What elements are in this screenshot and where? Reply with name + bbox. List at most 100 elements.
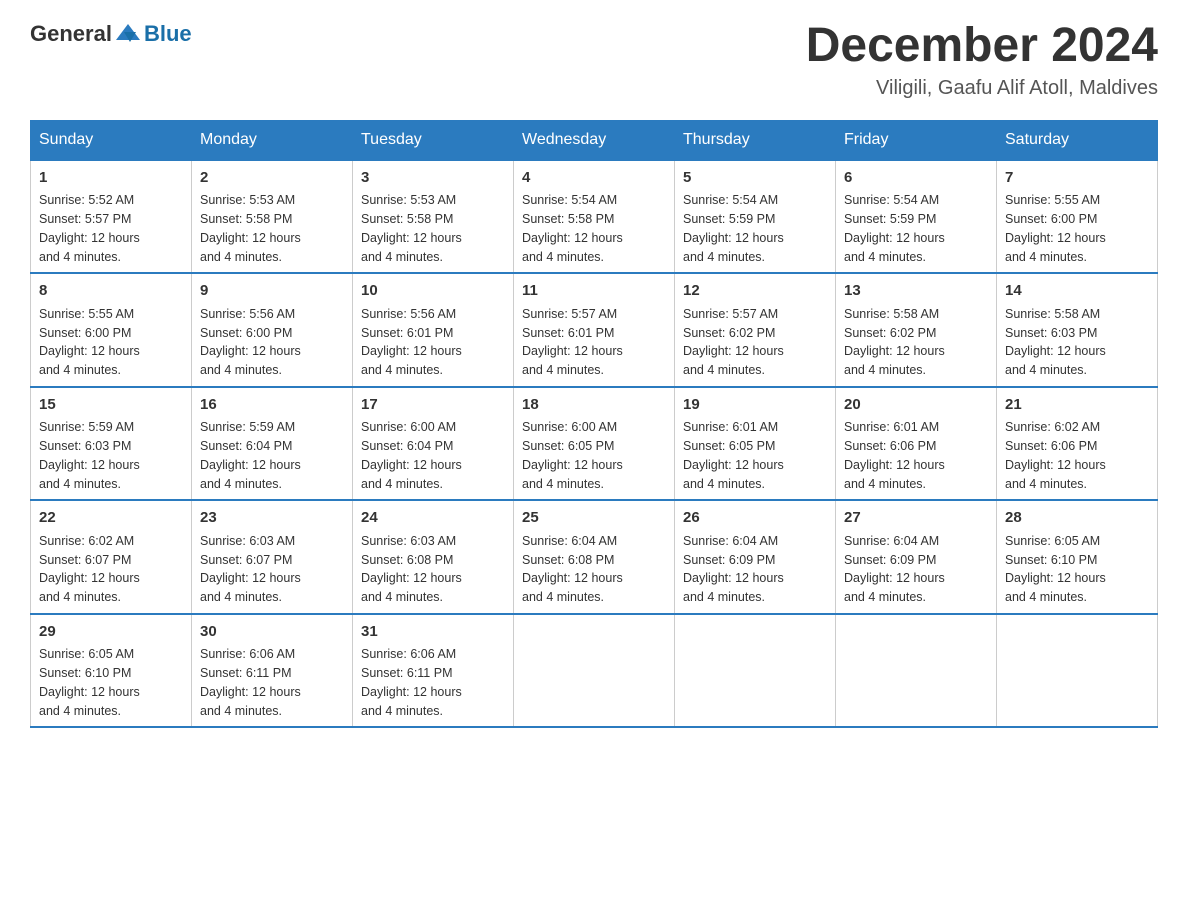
logo-text-general: General [30,21,112,47]
day-number: 10 [361,280,505,303]
day-info: Sunrise: 5:58 AM Sunset: 6:02 PM Dayligh… [844,305,988,380]
day-number: 5 [683,167,827,190]
logo-text-blue: Blue [144,21,192,47]
calendar-cell: 26 Sunrise: 6:04 AM Sunset: 6:09 PM Dayl… [675,500,836,614]
calendar-cell [514,614,675,728]
day-info: Sunrise: 5:56 AM Sunset: 6:00 PM Dayligh… [200,305,344,380]
day-number: 12 [683,280,827,303]
calendar-cell: 6 Sunrise: 5:54 AM Sunset: 5:59 PM Dayli… [836,160,997,274]
day-info: Sunrise: 6:01 AM Sunset: 6:05 PM Dayligh… [683,418,827,493]
calendar-cell: 13 Sunrise: 5:58 AM Sunset: 6:02 PM Dayl… [836,273,997,387]
calendar-cell: 12 Sunrise: 5:57 AM Sunset: 6:02 PM Dayl… [675,273,836,387]
day-number: 18 [522,394,666,417]
day-info: Sunrise: 5:56 AM Sunset: 6:01 PM Dayligh… [361,305,505,380]
calendar-cell: 18 Sunrise: 6:00 AM Sunset: 6:05 PM Dayl… [514,387,675,501]
day-number: 20 [844,394,988,417]
day-header-wednesday: Wednesday [514,120,675,160]
calendar-cell: 10 Sunrise: 5:56 AM Sunset: 6:01 PM Dayl… [353,273,514,387]
day-info: Sunrise: 5:55 AM Sunset: 6:00 PM Dayligh… [1005,191,1149,266]
calendar-cell [997,614,1158,728]
day-number: 14 [1005,280,1149,303]
calendar-cell [675,614,836,728]
day-number: 29 [39,621,183,644]
day-number: 16 [200,394,344,417]
calendar-table: SundayMondayTuesdayWednesdayThursdayFrid… [30,120,1158,729]
day-info: Sunrise: 6:04 AM Sunset: 6:09 PM Dayligh… [683,532,827,607]
day-number: 26 [683,507,827,530]
calendar-cell: 24 Sunrise: 6:03 AM Sunset: 6:08 PM Dayl… [353,500,514,614]
calendar-cell: 19 Sunrise: 6:01 AM Sunset: 6:05 PM Dayl… [675,387,836,501]
day-info: Sunrise: 6:02 AM Sunset: 6:07 PM Dayligh… [39,532,183,607]
day-info: Sunrise: 6:03 AM Sunset: 6:08 PM Dayligh… [361,532,505,607]
calendar-cell: 27 Sunrise: 6:04 AM Sunset: 6:09 PM Dayl… [836,500,997,614]
calendar-cell: 2 Sunrise: 5:53 AM Sunset: 5:58 PM Dayli… [192,160,353,274]
day-header-thursday: Thursday [675,120,836,160]
day-info: Sunrise: 5:55 AM Sunset: 6:00 PM Dayligh… [39,305,183,380]
day-number: 23 [200,507,344,530]
logo-icon [114,20,142,48]
day-number: 27 [844,507,988,530]
day-info: Sunrise: 5:53 AM Sunset: 5:58 PM Dayligh… [200,191,344,266]
title-section: December 2024 Viligili, Gaafu Alif Atoll… [806,20,1158,100]
calendar-cell: 5 Sunrise: 5:54 AM Sunset: 5:59 PM Dayli… [675,160,836,274]
day-info: Sunrise: 5:54 AM Sunset: 5:59 PM Dayligh… [844,191,988,266]
day-info: Sunrise: 5:57 AM Sunset: 6:01 PM Dayligh… [522,305,666,380]
day-number: 7 [1005,167,1149,190]
day-header-friday: Friday [836,120,997,160]
day-number: 9 [200,280,344,303]
calendar-cell: 11 Sunrise: 5:57 AM Sunset: 6:01 PM Dayl… [514,273,675,387]
calendar-cell: 31 Sunrise: 6:06 AM Sunset: 6:11 PM Dayl… [353,614,514,728]
calendar-cell: 22 Sunrise: 6:02 AM Sunset: 6:07 PM Dayl… [31,500,192,614]
day-info: Sunrise: 6:02 AM Sunset: 6:06 PM Dayligh… [1005,418,1149,493]
day-number: 24 [361,507,505,530]
day-info: Sunrise: 5:58 AM Sunset: 6:03 PM Dayligh… [1005,305,1149,380]
day-number: 25 [522,507,666,530]
location: Viligili, Gaafu Alif Atoll, Maldives [806,77,1158,100]
calendar-cell: 15 Sunrise: 5:59 AM Sunset: 6:03 PM Dayl… [31,387,192,501]
day-number: 17 [361,394,505,417]
day-number: 3 [361,167,505,190]
calendar-cell: 16 Sunrise: 5:59 AM Sunset: 6:04 PM Dayl… [192,387,353,501]
day-info: Sunrise: 6:06 AM Sunset: 6:11 PM Dayligh… [200,645,344,720]
calendar-cell: 21 Sunrise: 6:02 AM Sunset: 6:06 PM Dayl… [997,387,1158,501]
calendar-cell: 9 Sunrise: 5:56 AM Sunset: 6:00 PM Dayli… [192,273,353,387]
page-header: General Blue December 2024 Viligili, Gaa… [30,20,1158,100]
calendar-week-row: 8 Sunrise: 5:55 AM Sunset: 6:00 PM Dayli… [31,273,1158,387]
day-info: Sunrise: 5:57 AM Sunset: 6:02 PM Dayligh… [683,305,827,380]
day-info: Sunrise: 6:05 AM Sunset: 6:10 PM Dayligh… [1005,532,1149,607]
day-number: 4 [522,167,666,190]
calendar-cell: 23 Sunrise: 6:03 AM Sunset: 6:07 PM Dayl… [192,500,353,614]
day-number: 30 [200,621,344,644]
calendar-header-row: SundayMondayTuesdayWednesdayThursdayFrid… [31,120,1158,160]
day-info: Sunrise: 5:59 AM Sunset: 6:04 PM Dayligh… [200,418,344,493]
day-number: 19 [683,394,827,417]
month-title: December 2024 [806,20,1158,73]
calendar-cell: 7 Sunrise: 5:55 AM Sunset: 6:00 PM Dayli… [997,160,1158,274]
calendar-week-row: 29 Sunrise: 6:05 AM Sunset: 6:10 PM Dayl… [31,614,1158,728]
day-number: 21 [1005,394,1149,417]
day-info: Sunrise: 6:04 AM Sunset: 6:09 PM Dayligh… [844,532,988,607]
day-number: 31 [361,621,505,644]
day-number: 6 [844,167,988,190]
day-number: 22 [39,507,183,530]
day-number: 8 [39,280,183,303]
day-info: Sunrise: 5:54 AM Sunset: 5:59 PM Dayligh… [683,191,827,266]
day-info: Sunrise: 5:59 AM Sunset: 6:03 PM Dayligh… [39,418,183,493]
calendar-cell: 28 Sunrise: 6:05 AM Sunset: 6:10 PM Dayl… [997,500,1158,614]
day-info: Sunrise: 6:00 AM Sunset: 6:04 PM Dayligh… [361,418,505,493]
calendar-week-row: 15 Sunrise: 5:59 AM Sunset: 6:03 PM Dayl… [31,387,1158,501]
day-info: Sunrise: 5:54 AM Sunset: 5:58 PM Dayligh… [522,191,666,266]
day-number: 15 [39,394,183,417]
day-info: Sunrise: 6:06 AM Sunset: 6:11 PM Dayligh… [361,645,505,720]
calendar-cell: 14 Sunrise: 5:58 AM Sunset: 6:03 PM Dayl… [997,273,1158,387]
calendar-cell: 30 Sunrise: 6:06 AM Sunset: 6:11 PM Dayl… [192,614,353,728]
calendar-week-row: 1 Sunrise: 5:52 AM Sunset: 5:57 PM Dayli… [31,160,1158,274]
day-info: Sunrise: 6:00 AM Sunset: 6:05 PM Dayligh… [522,418,666,493]
day-number: 11 [522,280,666,303]
calendar-cell: 1 Sunrise: 5:52 AM Sunset: 5:57 PM Dayli… [31,160,192,274]
day-number: 2 [200,167,344,190]
day-info: Sunrise: 5:52 AM Sunset: 5:57 PM Dayligh… [39,191,183,266]
day-number: 1 [39,167,183,190]
calendar-cell [836,614,997,728]
day-header-tuesday: Tuesday [353,120,514,160]
